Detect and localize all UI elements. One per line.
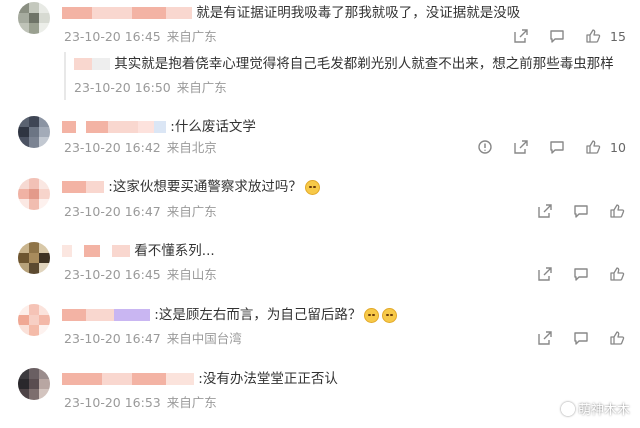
watermark-text: 萌神木木 xyxy=(577,403,630,418)
logo-icon xyxy=(560,402,575,416)
username-blurred[interactable] xyxy=(62,245,130,257)
comment-icon[interactable] xyxy=(570,201,592,221)
username-blurred[interactable] xyxy=(62,7,192,19)
comment-text: 看不懂系列... xyxy=(134,243,215,259)
comment-icon[interactable] xyxy=(570,264,592,284)
thumbs-up-icon[interactable] xyxy=(582,137,604,157)
comment-date: 23-10-20 16:42 xyxy=(64,140,161,155)
username-blurred[interactable] xyxy=(62,373,194,385)
comment-text: :什么废话文学 xyxy=(170,119,256,135)
reply-location: 来自广东 xyxy=(176,80,227,95)
comment-icon[interactable] xyxy=(546,137,568,157)
comment-date: 23-10-20 16:45 xyxy=(64,29,161,44)
comment-date: 23-10-20 16:53 xyxy=(64,395,161,410)
share-icon[interactable] xyxy=(534,201,556,221)
comment-location: 来自广东 xyxy=(166,395,217,410)
share-icon[interactable] xyxy=(510,137,532,157)
avatar[interactable] xyxy=(18,242,50,274)
emoji-icon xyxy=(382,307,398,323)
comment-location: 来自广东 xyxy=(166,29,217,44)
comment-location: 来自广东 xyxy=(166,204,217,219)
avatar[interactable] xyxy=(18,116,50,148)
username-blurred[interactable] xyxy=(62,121,166,133)
username-blurred[interactable] xyxy=(62,181,104,193)
thumbs-up-icon[interactable] xyxy=(606,328,628,348)
comment-icon[interactable] xyxy=(570,328,592,348)
thumbs-up-icon[interactable] xyxy=(582,26,604,46)
watermark: 萌神木木 xyxy=(560,399,630,418)
username-blurred[interactable] xyxy=(62,309,150,321)
emoji-icon xyxy=(304,179,320,195)
share-icon[interactable] xyxy=(510,26,532,46)
share-icon[interactable] xyxy=(534,264,556,284)
comment-date: 23-10-20 16:45 xyxy=(64,267,161,282)
emoji-icon xyxy=(364,307,380,323)
comment-location: 来自北京 xyxy=(166,140,217,155)
username-blurred[interactable] xyxy=(74,58,110,70)
avatar[interactable] xyxy=(18,368,50,400)
comment-text: :没有办法堂堂正正否认 xyxy=(198,371,338,387)
avatar[interactable] xyxy=(18,2,50,34)
reply-item: 其实就是抱着侥幸心理觉得将自己毛发都剃光别人就查不出来，想之前那些毒虫那样 23… xyxy=(64,52,624,100)
report-icon[interactable] xyxy=(474,137,496,157)
reply-text: 其实就是抱着侥幸心理觉得将自己毛发都剃光别人就查不出来，想之前那些毒虫那样 xyxy=(114,56,614,72)
avatar[interactable] xyxy=(18,178,50,210)
thumbs-up-icon[interactable] xyxy=(606,264,628,284)
comment-location: 来自山东 xyxy=(166,267,217,282)
comment-date: 23-10-20 16:47 xyxy=(64,331,161,346)
like-count: 15 xyxy=(610,28,626,44)
comment-text: :这家伙想要买通警察求放过吗？ xyxy=(108,179,302,195)
like-count: 10 xyxy=(610,139,626,155)
comment-location: 来自中国台湾 xyxy=(166,331,242,346)
reply-date: 23-10-20 16:50 xyxy=(74,80,171,95)
comment-text: 就是有证据证明我吸毒了那我就吸了，没证据就是没吸 xyxy=(196,5,521,21)
thumbs-up-icon[interactable] xyxy=(606,201,628,221)
avatar[interactable] xyxy=(18,304,50,336)
comment-icon[interactable] xyxy=(546,26,568,46)
comment-date: 23-10-20 16:47 xyxy=(64,204,161,219)
share-icon[interactable] xyxy=(534,328,556,348)
comment-text: :这是顾左右而言，为自己留后路？ xyxy=(154,307,362,323)
